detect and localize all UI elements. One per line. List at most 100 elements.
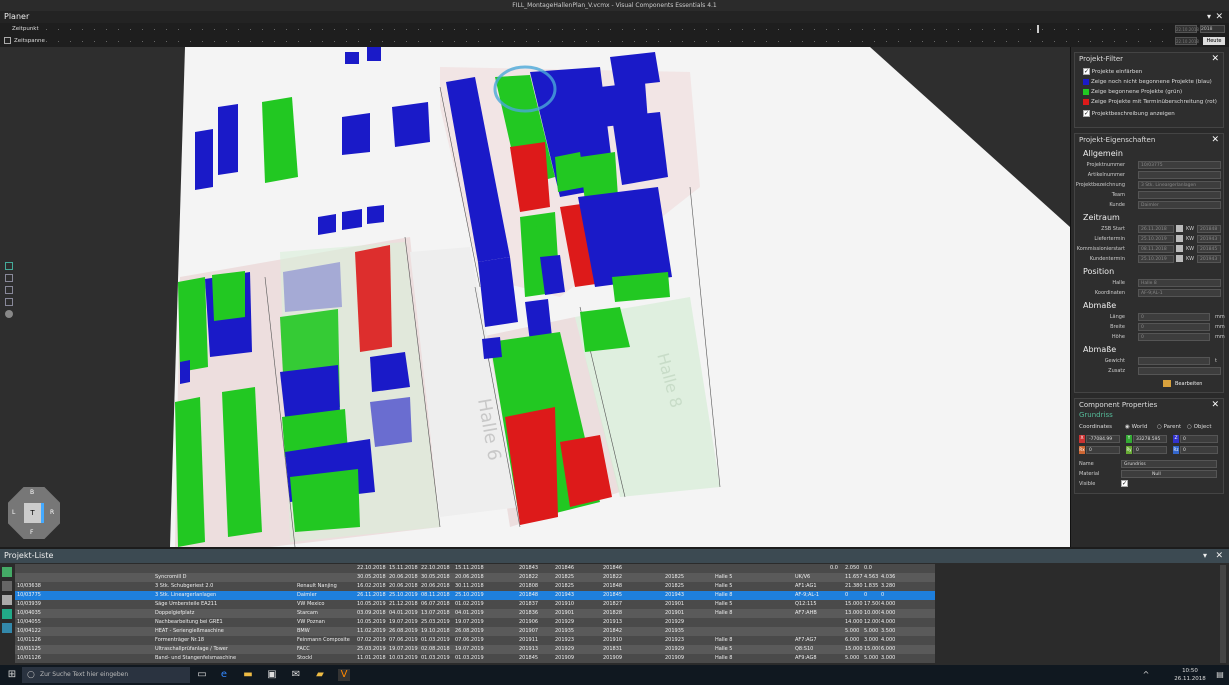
table-row[interactable]: 10/03775 3 Stk. Lineargerlanlagen Daimler 2… [15,591,1215,600]
calendar-icon[interactable] [1176,235,1183,242]
table-row[interactable]: 22.10.2018 15.11.2018 22.10.2018 15.11.2018… [15,564,1215,573]
lock-icon[interactable] [2,567,12,577]
calendar-icon[interactable] [1176,245,1183,252]
edit-icon[interactable] [1163,380,1171,387]
laenge-field[interactable]: 0 [1138,313,1210,321]
table-row[interactable]: 10/01126 Band- und Stangenfelsmaschine Sto… [15,654,1215,663]
zeitspanne-track[interactable] [46,41,1172,42]
table-row[interactable]: 10/04055 Nachbearbeitung bei GRE1 VW Pozna… [15,618,1215,627]
search-box[interactable]: ○ Zur Suche Text hier eingeben [22,667,190,683]
projektnummer-field[interactable]: 10/03775 [1138,161,1221,169]
ry-field[interactable]: 0 [1133,446,1167,454]
komm-field[interactable]: 08.11.2018 [1138,245,1174,253]
nav-cube-back[interactable]: B [30,489,34,496]
liefer-kw-field[interactable]: 201943 [1197,235,1221,243]
task-view-icon[interactable]: ▭ [196,669,208,681]
table-row[interactable]: Syncromill D 30.05.2018 20.06.2018 30.05.20… [15,573,1215,582]
table-row[interactable]: 10/03939 Säge Umbersteile EA211 VW Mexico 1… [15,600,1215,609]
table-row[interactable]: 10/04122 HEAT - Seriengießmaschine BMW 11.0… [15,627,1215,636]
world-radio[interactable]: ◉ World [1125,422,1147,432]
parent-radio[interactable]: ○ Parent [1157,422,1181,432]
zeitpunkt-track[interactable] [46,29,1172,30]
table-row[interactable]: 10/03638 3 Stk. Schubgeriest 2.0 Renault N… [15,582,1215,591]
edit-button[interactable]: Bearbeiten [1175,379,1202,389]
kunde-field[interactable]: Daimler [1138,201,1221,209]
kunden-kw-field[interactable]: 201943 [1197,255,1221,263]
visible-checkbox[interactable] [1121,480,1128,487]
y-field[interactable]: 33278.595 [1133,435,1167,443]
list-scrollbar[interactable] [1220,565,1226,663]
visual-components-icon[interactable]: V [338,669,350,681]
table-row[interactable]: 10/01125 Ultraschallprüfanlage / Tower FAC… [15,645,1215,654]
close-icon[interactable]: ✕ [1215,549,1223,563]
properties-close-icon[interactable]: ✕ [1211,134,1219,146]
mail-icon[interactable]: ✉ [290,669,302,681]
today-button[interactable]: Heute [1203,37,1225,45]
date-field[interactable]: 22.10.2018 [1175,25,1199,33]
gewicht-field[interactable] [1138,357,1210,365]
component-close-icon[interactable]: ✕ [1211,399,1219,411]
material-select[interactable]: Null [1121,470,1217,478]
windows-start-icon[interactable]: ⊞ [6,669,18,681]
notification-icon[interactable]: ▤ [1214,669,1226,681]
zusatz-field[interactable] [1138,367,1221,375]
print-icon[interactable] [2,581,12,591]
rz-field[interactable]: 0 [1180,446,1218,454]
system-tray-icons[interactable]: ^ [1140,669,1152,681]
halle-field[interactable]: Halle 8 [1138,279,1221,287]
pin-icon[interactable]: ▾ [1207,11,1211,23]
colorize-checkbox[interactable] [1083,68,1090,75]
store-icon[interactable]: ▣ [266,669,278,681]
projektbezeichnung-field[interactable]: 3 Stk. Lineargerlanlagen [1138,181,1221,189]
calendar-icon[interactable] [1176,225,1183,232]
komm-kw-field[interactable]: 201845 [1197,245,1221,253]
folder-icon[interactable]: ▰ [314,669,326,681]
blue-toggle[interactable] [1083,78,1089,85]
year-select[interactable]: 2018 [1200,25,1225,33]
red-toggle[interactable] [1083,98,1089,105]
table-row[interactable]: 10/01126 Formenträger Nr.18 Feinmann Compo… [15,636,1215,645]
description-checkbox[interactable] [1083,110,1090,117]
z-field[interactable]: 0 [1180,435,1218,443]
filter-close-icon[interactable]: ✕ [1211,53,1219,65]
green-toggle[interactable] [1083,88,1089,95]
grid-icon[interactable] [5,286,13,294]
pin-icon[interactable]: ▾ [1203,549,1207,563]
excel-icon[interactable] [2,609,12,619]
hoehe-field[interactable]: 0 [1138,333,1210,341]
koord-field[interactable]: AF-9;AL-1 [1138,289,1221,297]
zeitspanne-checkbox[interactable] [4,37,11,44]
clock[interactable]: 10:50 26.11.2018 [1170,667,1210,683]
zsb-kw-field[interactable]: 201848 [1197,225,1221,233]
nav-cube-right[interactable]: R [50,509,54,516]
edge-icon[interactable]: e [218,669,230,681]
breite-field[interactable]: 0 [1138,323,1210,331]
name-field[interactable]: Grundriss [1121,460,1217,468]
zsb-field[interactable]: 26.11.2018 [1138,225,1174,233]
liefer-field[interactable]: 25.10.2019 [1138,235,1174,243]
date2-field[interactable]: 22.10.2018 [1175,37,1199,45]
nav-cube-front[interactable]: F [30,529,33,536]
team-field[interactable] [1138,191,1221,199]
zeitpunkt-slider-handle[interactable] [1037,25,1039,33]
sphere-icon[interactable] [5,310,13,318]
save-icon[interactable] [2,595,12,605]
view-select-icon[interactable] [5,274,13,282]
explorer-icon[interactable]: ▬ [242,669,254,681]
kunden-field[interactable]: 25.10.2019 [1138,255,1174,263]
zoom-fit-icon[interactable] [5,262,13,270]
rx-field[interactable]: 0 [1086,446,1120,454]
x-field[interactable]: -77084.99 [1086,435,1120,443]
camera-icon[interactable] [2,623,12,633]
artikelnummer-label: Artikelnummer [1087,172,1125,178]
object-radio[interactable]: ○ Object [1187,422,1211,432]
3d-viewport[interactable]: Halle 6 Halle 8 B F L R T [0,47,1070,547]
nav-cube-top[interactable]: T [24,503,44,523]
nav-cube-left[interactable]: L [12,509,15,516]
artikelnummer-field[interactable] [1138,171,1221,179]
project-table[interactable]: 22.10.2018 15.11.2018 22.10.2018 15.11.2018… [15,564,1215,664]
layers-icon[interactable] [5,298,13,306]
table-row[interactable]: 10/04035 Doppelgiefplatz Starcam 03.09.2018… [15,609,1215,618]
close-icon[interactable]: ✕ [1215,11,1223,23]
calendar-icon[interactable] [1176,255,1183,262]
